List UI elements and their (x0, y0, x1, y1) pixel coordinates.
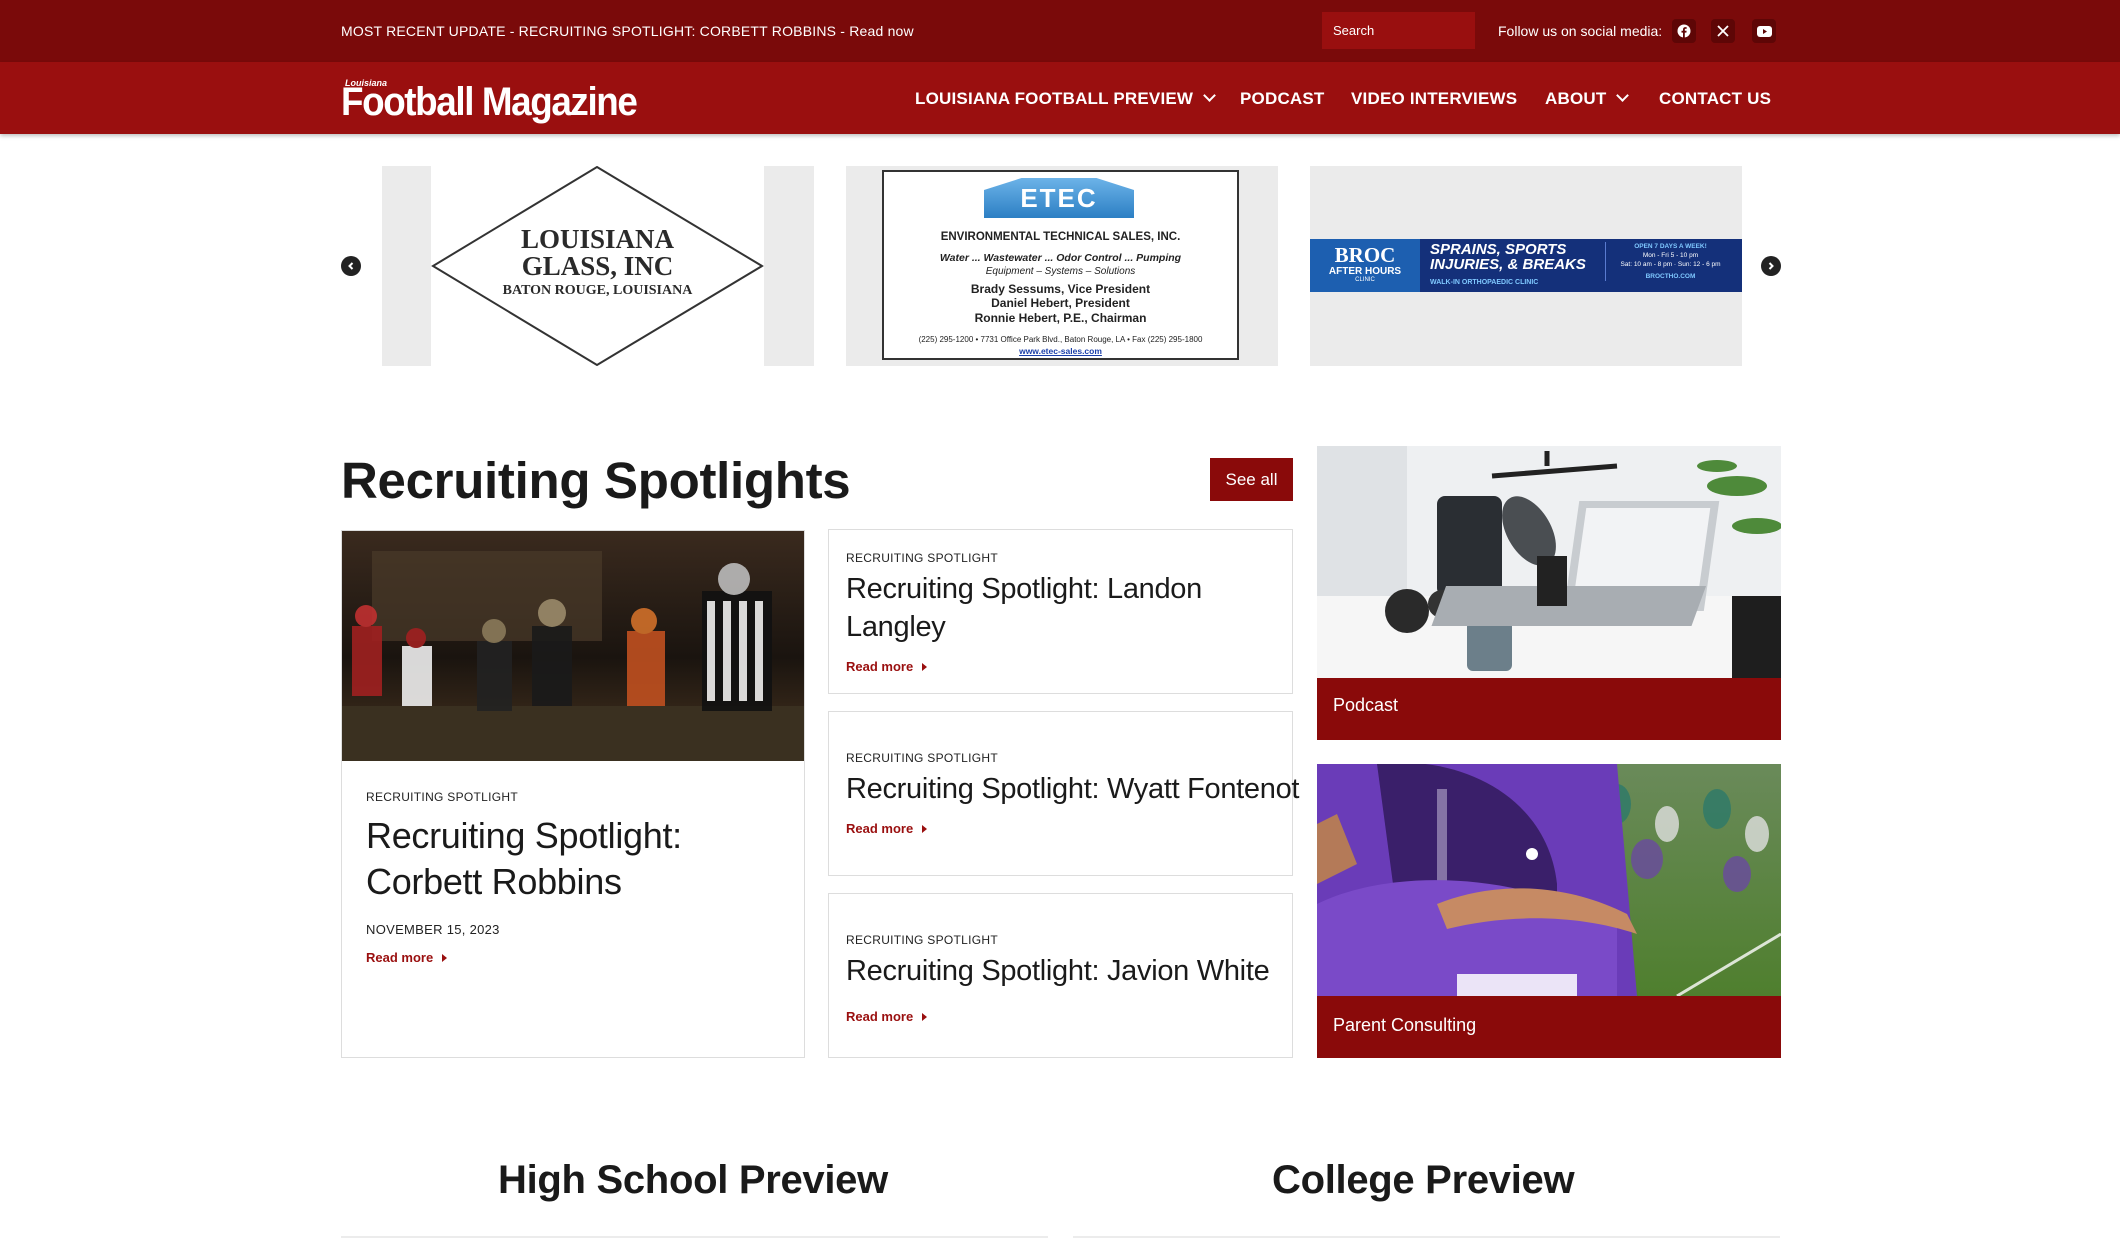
read-more-label: Read more (846, 659, 914, 674)
section-heading-high-school-preview: High School Preview (498, 1158, 888, 1202)
football-game-image (342, 531, 804, 761)
nav-item-contact-us[interactable]: CONTACT US (1659, 89, 1771, 109)
broc-hours: OPEN 7 DAYS A WEEK! Mon - Fri 5 - 10 pm … (1605, 242, 1735, 281)
divider (1073, 1236, 1780, 1238)
article-category: RECRUITING SPOTLIGHT (846, 751, 999, 765)
podcast-microphone-image (1317, 446, 1781, 678)
nav-label: ABOUT (1545, 89, 1607, 108)
glass-line1: LOUISIANA (520, 224, 675, 254)
search-input[interactable] (1322, 12, 1475, 49)
facebook-icon[interactable] (1672, 19, 1696, 43)
broc-url: BROCTHO.COM (1645, 273, 1696, 280)
etec-person-2: Daniel Hebert, President (991, 296, 1130, 310)
read-more-link[interactable]: Read more (846, 659, 928, 674)
featured-read-more-link[interactable]: Read more (366, 950, 448, 965)
logo-big-text: Football Magazine (341, 80, 638, 124)
broc-walkin: WALK-IN ORTHOPAEDIC CLINIC (1430, 279, 1539, 286)
nav-item-video-interviews[interactable]: VIDEO INTERVIEWS (1351, 89, 1517, 109)
etec-sub: Equipment – Systems – Solutions (985, 266, 1136, 277)
read-more-label: Read more (846, 821, 914, 836)
broc-hours-1: Mon - Fri 5 - 10 pm (1642, 252, 1699, 259)
broc-headline: SPRAINS, SPORTS INJURIES, & BREAKS WALK-… (1430, 242, 1586, 290)
caret-right-icon (442, 954, 448, 962)
broc-logo: BROC (1334, 243, 1396, 267)
article-title[interactable]: Recruiting Spotlight: Javion White (846, 952, 1286, 990)
featured-category: RECRUITING SPOTLIGHT (366, 790, 519, 804)
sponsor-broc[interactable]: BROC AFTER HOURS CLINIC SPRAINS, SPORTS … (1310, 166, 1742, 366)
read-more-label: Read more (366, 950, 434, 965)
nav-item-podcast[interactable]: PODCAST (1240, 89, 1325, 109)
see-all-button[interactable]: See all (1210, 458, 1293, 501)
article-title[interactable]: Recruiting Spotlight: Wyatt Fontenot (846, 770, 1299, 808)
sponsor-louisiana-glass[interactable]: LOUISIANA GLASS, INC BATON ROUGE, LOUISI… (382, 166, 814, 366)
football-player-image (1317, 764, 1781, 996)
broc-clinic: CLINIC (1355, 277, 1375, 283)
latest-update-link[interactable]: MOST RECENT UPDATE - RECRUITING SPOTLIGH… (341, 23, 914, 39)
carousel-prev-button[interactable] (341, 256, 361, 276)
divider (341, 1236, 1048, 1238)
follow-label: Follow us on social media: (1498, 23, 1663, 39)
caret-right-icon (922, 663, 928, 671)
article-category: RECRUITING SPOTLIGHT (846, 933, 999, 947)
youtube-icon[interactable] (1752, 19, 1776, 43)
featured-article-card[interactable]: RECRUITING SPOTLIGHT Recruiting Spotligh… (341, 530, 805, 1058)
sponsor-logo-bg: LOUISIANA GLASS, INC BATON ROUGE, LOUISI… (431, 166, 764, 366)
chevron-down-icon (1203, 89, 1217, 102)
nav-label: LOUISIANA FOOTBALL PREVIEW (915, 89, 1194, 108)
read-more-label: Read more (846, 1009, 914, 1024)
broc-banner: BROC AFTER HOURS CLINIC SPRAINS, SPORTS … (1310, 239, 1742, 292)
etec-logo: ETEC (984, 178, 1134, 218)
carousel-next-button[interactable] (1761, 256, 1781, 276)
parent-consulting-label: Parent Consulting (1333, 1015, 1477, 1035)
nav-item-louisiana-football-preview[interactable]: LOUISIANA FOOTBALL PREVIEW (915, 89, 1217, 109)
x-icon[interactable] (1711, 19, 1735, 43)
glass-line2: GLASS, INC (521, 251, 674, 281)
article-card[interactable]: RECRUITING SPOTLIGHT Recruiting Spotligh… (828, 711, 1299, 876)
top-bar: MOST RECENT UPDATE - RECRUITING SPOTLIGH… (0, 0, 2120, 62)
etec-url: www.etec-sales.com (1019, 346, 1102, 356)
broc-open: OPEN 7 DAYS A WEEK! (1634, 243, 1707, 250)
article-card[interactable]: RECRUITING SPOTLIGHT Recruiting Spotligh… (828, 893, 1293, 1058)
parent-consulting-promo[interactable]: Parent Consulting (1317, 764, 1781, 1058)
caret-right-icon (922, 825, 928, 833)
caret-right-icon (922, 1013, 928, 1021)
article-card[interactable]: RECRUITING SPOTLIGHT Recruiting Spotligh… (828, 529, 1293, 694)
etec-contact: (225) 295-1200 • 7731 Office Park Blvd.,… (918, 335, 1203, 344)
nav-item-about[interactable]: ABOUT (1545, 89, 1630, 109)
featured-date: NOVEMBER 15, 2023 (366, 922, 500, 937)
broc-logo-box: BROC AFTER HOURS CLINIC (1310, 239, 1420, 292)
read-more-link[interactable]: Read more (846, 821, 928, 836)
podcast-label: Podcast (1333, 695, 1399, 715)
chevron-down-icon (1616, 89, 1630, 102)
section-heading-recruiting: Recruiting Spotlights (341, 452, 851, 509)
etec-name: ENVIRONMENTAL TECHNICAL SALES, INC. (940, 231, 1181, 243)
etec-services: Water ... Wastewater ... Odor Control ..… (939, 252, 1182, 264)
etec-ad: ETEC ENVIRONMENTAL TECHNICAL SALES, INC.… (882, 170, 1239, 360)
broc-hours-2: Sat: 10 am - 8 pm · Sun: 12 - 6 pm (1620, 261, 1721, 268)
etec-person-1: Brady Sessums, Vice President (970, 282, 1151, 296)
article-category: RECRUITING SPOTLIGHT (846, 551, 999, 565)
broc-headline-2: INJURIES, & BREAKS (1430, 256, 1586, 273)
article-title[interactable]: Recruiting Spotlight: Landon Langley (846, 570, 1266, 646)
broc-after-hours: AFTER HOURS (1328, 266, 1402, 277)
featured-title[interactable]: Recruiting Spotlight: Corbett Robbins (366, 813, 766, 905)
broc-headline-1: SPRAINS, SPORTS (1430, 241, 1567, 258)
section-heading-college-preview: College Preview (1272, 1158, 1575, 1202)
read-more-link[interactable]: Read more (846, 1009, 928, 1024)
main-navbar: Louisiana Football Magazine LOUISIANA FO… (0, 62, 2120, 134)
sponsor-etec[interactable]: ETEC ENVIRONMENTAL TECHNICAL SALES, INC.… (846, 166, 1278, 366)
etec-person-3: Ronnie Hebert, P.E., Chairman (974, 311, 1147, 325)
glass-line3: BATON ROUGE, LOUISIANA (502, 283, 693, 298)
podcast-promo[interactable]: Podcast (1317, 446, 1781, 740)
